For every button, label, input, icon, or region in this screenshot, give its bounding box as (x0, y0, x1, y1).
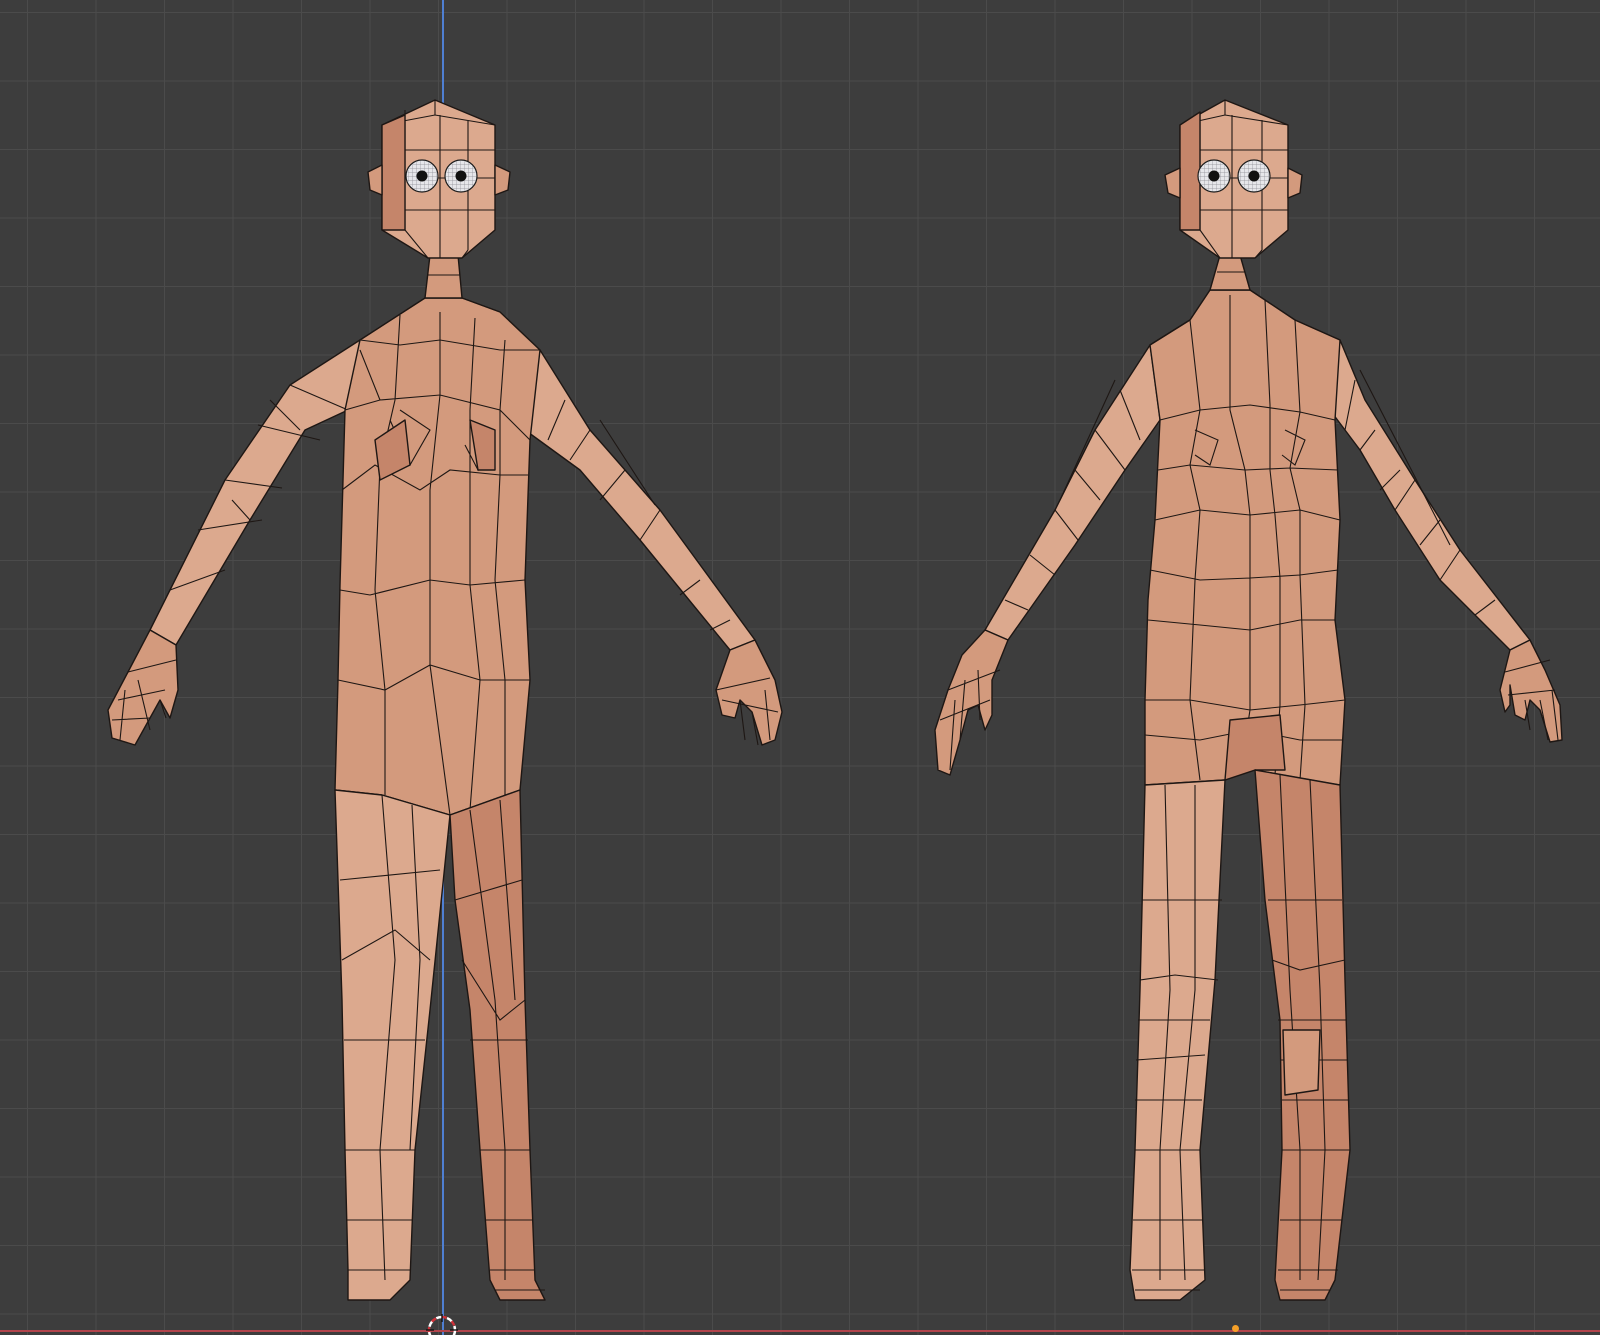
right-character-torso (1144, 289, 1346, 786)
right-char-ear-right (1287, 167, 1303, 199)
mesh-objects (107, 99, 1563, 1301)
character-left[interactable] (107, 99, 783, 1301)
3d-viewport[interactable] (0, 0, 1600, 1335)
left-ear (367, 164, 383, 196)
left-character-arm-right (499, 329, 783, 746)
left-character-arm-left (107, 339, 361, 746)
left-character-legs (334, 789, 546, 1301)
left-character-neck (424, 254, 463, 299)
right-ear (494, 164, 511, 196)
right-character-neck (1209, 254, 1251, 291)
object-origin-icon[interactable] (1232, 1325, 1239, 1332)
right-char-ear-left (1164, 167, 1181, 199)
character-right[interactable] (934, 99, 1563, 1301)
right-character-head (1164, 99, 1303, 259)
right-character-legs (1129, 769, 1351, 1301)
3d-cursor-icon[interactable] (425, 1313, 459, 1335)
left-character-head (367, 99, 511, 259)
left-character-torso (334, 297, 541, 816)
